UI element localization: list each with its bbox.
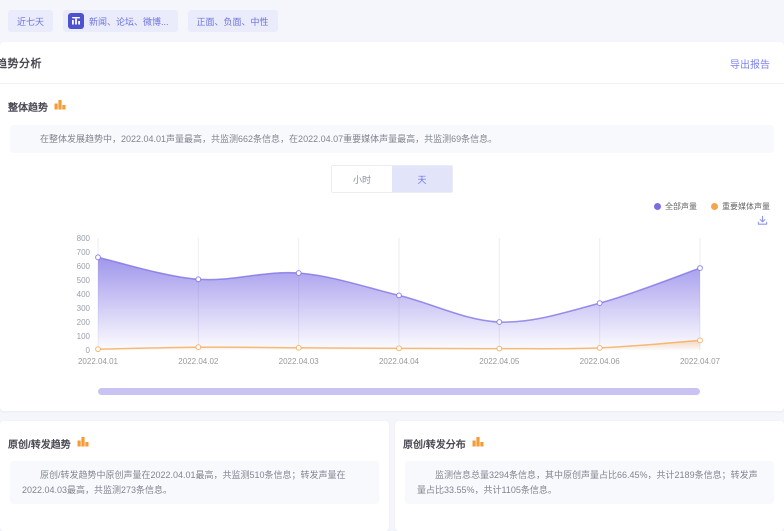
svg-text:500: 500 [77, 276, 91, 285]
svg-text:2022.04.01: 2022.04.01 [78, 357, 119, 366]
overall-trend-header: 整体趋势 [0, 84, 784, 115]
podium-icon [472, 434, 484, 452]
granularity-day-button[interactable]: 天 [392, 166, 452, 192]
original-repost-trend-card: 原创/转发趋势 原创/转发趋势中原创声量在2022.04.01最高，共监测510… [0, 421, 389, 531]
granularity-toggle: 小时 天 [0, 165, 784, 193]
svg-text:600: 600 [77, 262, 91, 271]
sentiment-filter-chip-label: 正面、负面、中性 [197, 15, 269, 28]
svg-text:2022.04.03: 2022.04.03 [279, 357, 320, 366]
svg-text:800: 800 [77, 234, 91, 243]
legend-label-total: 全部声量 [665, 201, 697, 212]
original-repost-trend-summary-text: 原创/转发趋势中原创声量在2022.04.01最高，共监测510条信息；转发声量… [22, 468, 367, 497]
chart-legend: 全部声量 重要媒体声量 [0, 193, 784, 212]
original-repost-distribution-summary: 监测信息总量3294条信息，其中原创声量占比66.45%，共计2189条信息；转… [405, 461, 774, 504]
legend-label-important: 重要媒体声量 [722, 201, 770, 212]
trend-chart[interactable]: 0 100 200 300 400 500 600 700 800 2022.04.01 2022.… [0, 228, 784, 378]
svg-text:2022.04.05: 2022.04.05 [479, 357, 520, 366]
legend-dot-important [711, 203, 718, 210]
export-report-link[interactable]: 导出报告 [730, 56, 770, 71]
trend-chart-svg: 0 100 200 300 400 500 600 700 800 2022.04.01 2022.… [0, 228, 784, 378]
svg-text:2022.04.04: 2022.04.04 [379, 357, 420, 366]
svg-text:2022.04.07: 2022.04.07 [680, 357, 721, 366]
original-repost-distribution-summary-text: 监测信息总量3294条信息，其中原创声量占比66.45%，共计2189条信息；转… [417, 468, 762, 497]
legend-dot-total [654, 203, 661, 210]
svg-text:400: 400 [77, 290, 91, 299]
svg-text:0: 0 [86, 346, 91, 355]
original-repost-trend-summary: 原创/转发趋势中原创声量在2022.04.01最高，共监测510条信息；转发声量… [10, 461, 379, 504]
overall-trend-title: 整体趋势 [8, 99, 48, 114]
original-repost-distribution-title: 原创/转发分布 [403, 436, 466, 451]
podium-icon [77, 434, 89, 452]
bottom-cards: 原创/转发趋势 原创/转发趋势中原创声量在2022.04.01最高，共监测510… [0, 421, 784, 531]
legend-item-important-media[interactable]: 重要媒体声量 [711, 201, 770, 212]
date-range-chip[interactable]: 近七天 [8, 10, 53, 32]
trend-analysis-panel: 趋势分析 导出报告 整体趋势 在整体发展趋势中，2022.04.01声量最高，共… [0, 42, 784, 411]
legend-item-total-volume[interactable]: 全部声量 [654, 201, 697, 212]
svg-text:2022.04.02: 2022.04.02 [178, 357, 219, 366]
svg-text:300: 300 [77, 304, 91, 313]
sentiment-filter-chip[interactable]: 正面、负面、中性 [188, 10, 278, 32]
page-title: 趋势分析 [0, 55, 42, 71]
svg-text:2022.04.06: 2022.04.06 [580, 357, 621, 366]
source-filter-chip[interactable]: 新闻、论坛、微博... [63, 10, 178, 32]
panel-header: 趋势分析 导出报告 [0, 42, 784, 84]
source-filter-chip-label: 新闻、论坛、微博... [89, 15, 169, 28]
filter-chip-bar: 近七天 新闻、论坛、微博... 正面、负面、中性 [0, 0, 784, 42]
podium-icon [54, 97, 66, 115]
date-range-chip-label: 近七天 [17, 15, 44, 28]
download-chart-icon[interactable] [757, 215, 768, 226]
original-repost-distribution-card: 原创/转发分布 监测信息总量3294条信息，其中原创声量占比66.45%，共计2… [395, 421, 784, 531]
svg-text:200: 200 [77, 318, 91, 327]
overall-trend-summary: 在整体发展趋势中，2022.04.01声量最高，共监测662条信息，在2022.… [10, 125, 774, 153]
chart-scrollbar[interactable] [98, 388, 700, 395]
granularity-hour-button[interactable]: 小时 [332, 166, 392, 192]
media-source-icon [68, 13, 84, 29]
original-repost-trend-title: 原创/转发趋势 [8, 436, 71, 451]
svg-text:100: 100 [77, 332, 91, 341]
svg-text:700: 700 [77, 248, 91, 257]
overall-trend-summary-text: 在整体发展趋势中，2022.04.01声量最高，共监测662条信息，在2022.… [22, 132, 762, 146]
